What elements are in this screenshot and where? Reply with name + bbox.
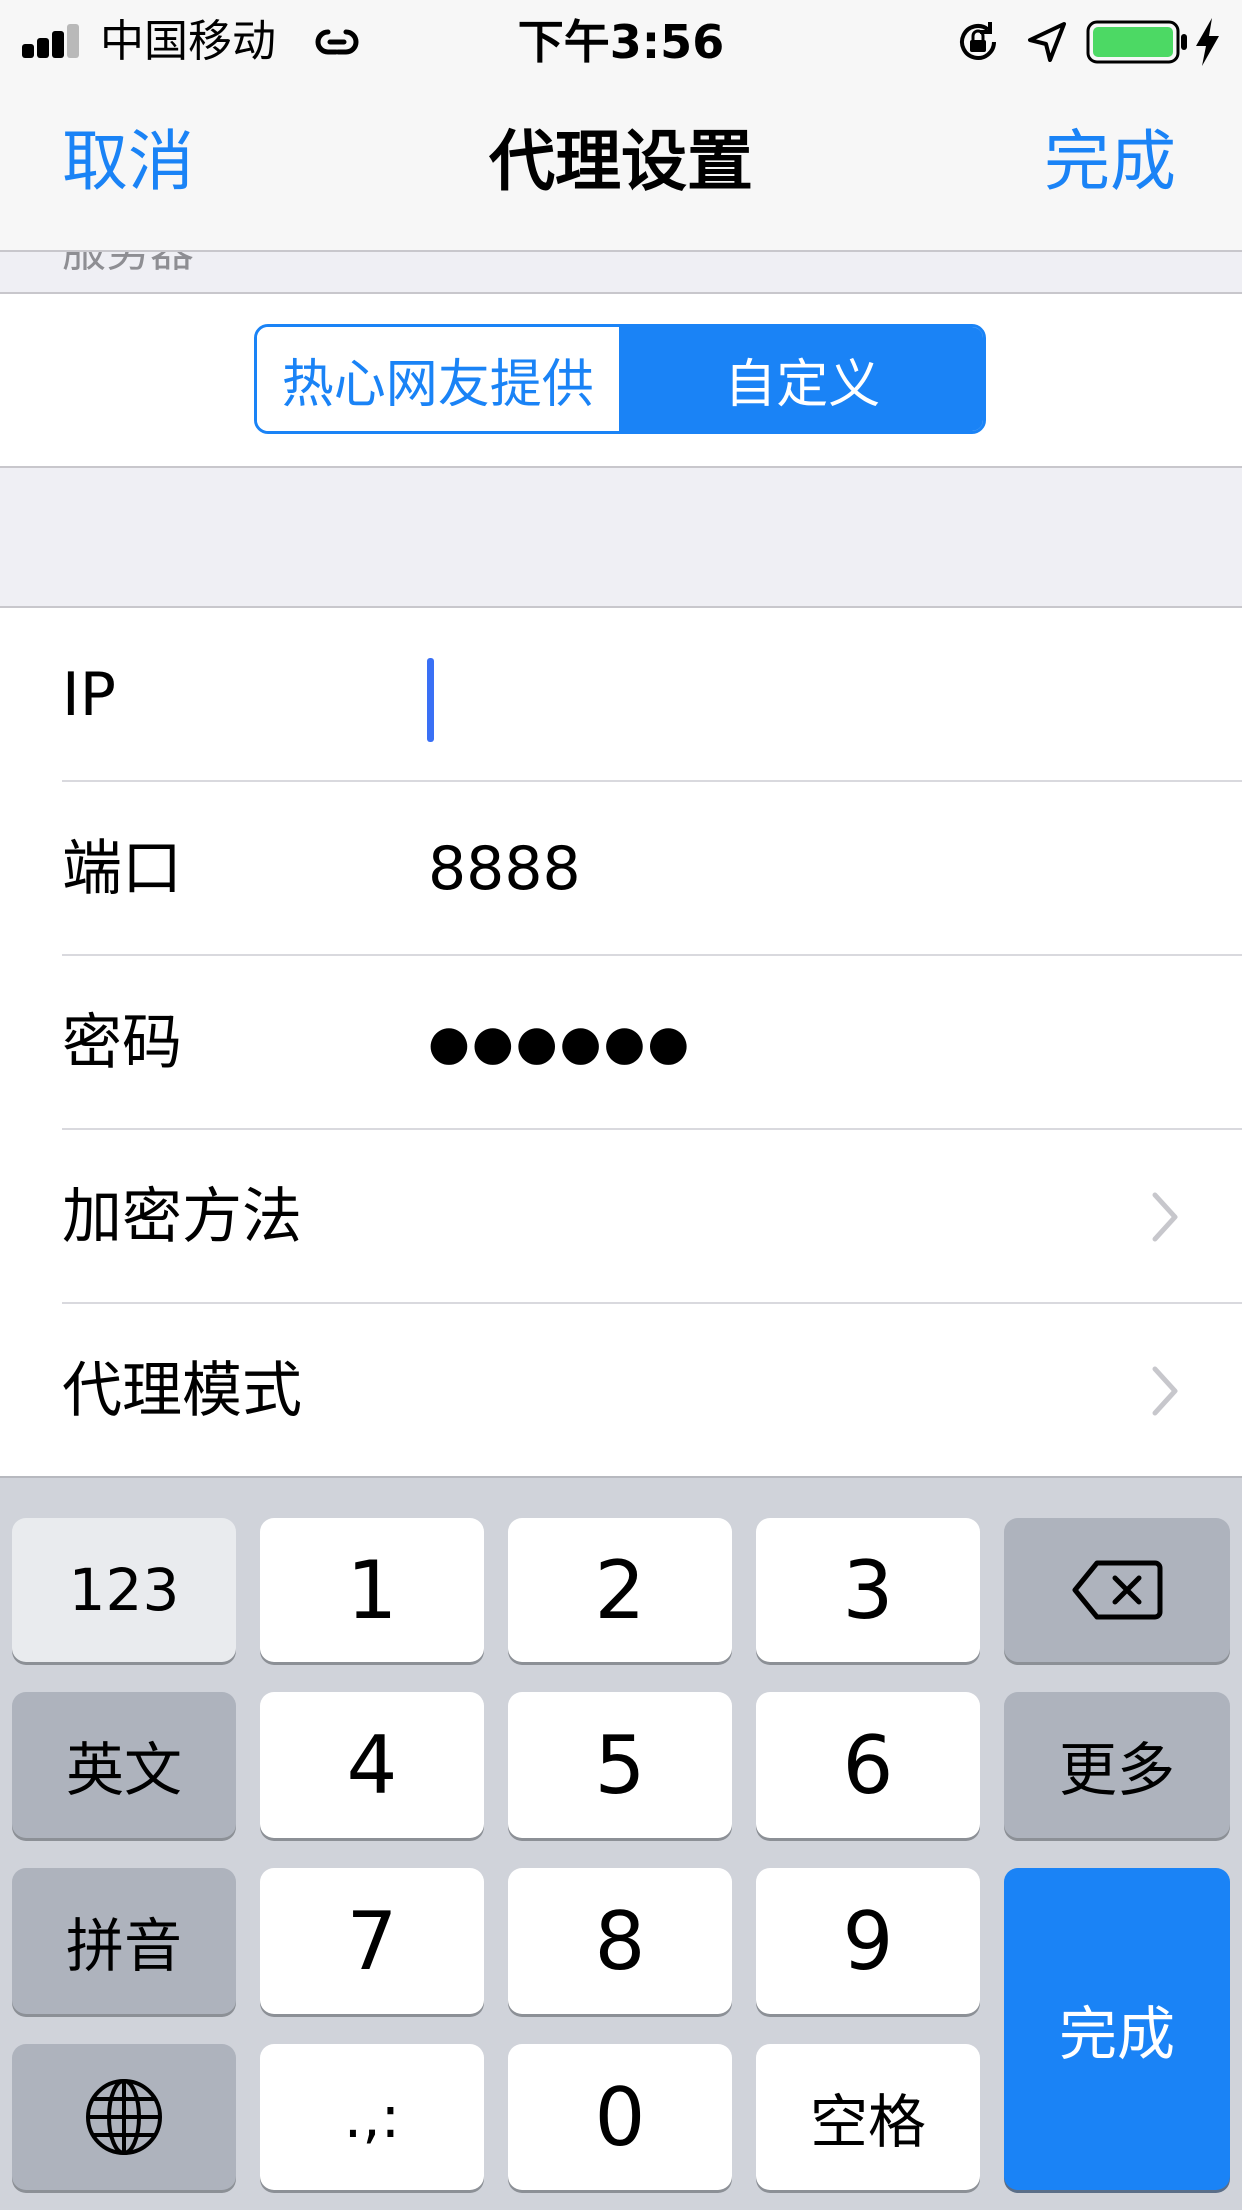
key-punctuation[interactable]: .,:: [260, 2044, 484, 2190]
proxy-mode-label: 代理模式: [62, 1356, 302, 1426]
key-0[interactable]: 0: [508, 2044, 732, 2190]
key-123[interactable]: 123: [12, 1518, 236, 1662]
backspace-key[interactable]: [1004, 1518, 1230, 1662]
numeric-keyboard: 123 1 2 3 英文 4 5 6 更多 拼音 7 8 9 完成 .,: 0 …: [0, 1476, 1242, 2210]
key-7[interactable]: 7: [260, 1868, 484, 2014]
key-2[interactable]: 2: [508, 1518, 732, 1662]
key-pinyin[interactable]: 拼音: [12, 1868, 236, 2014]
section-header: 服务器: [62, 252, 194, 292]
chevron-right-icon: [1152, 1366, 1178, 1416]
port-row[interactable]: 端口 8888: [0, 782, 1242, 956]
server-source-section: 热心网友提供 自定义: [0, 294, 1242, 468]
keyboard-done-key[interactable]: 完成: [1004, 1868, 1230, 2190]
done-button[interactable]: 完成: [1044, 122, 1176, 202]
ip-row[interactable]: IP: [0, 608, 1242, 782]
navigation-bar: 取消 代理设置 完成: [0, 84, 1242, 252]
location-arrow-icon: [1028, 22, 1066, 62]
key-3[interactable]: 3: [756, 1518, 980, 1662]
port-label: 端口: [62, 834, 182, 904]
key-9[interactable]: 9: [756, 1868, 980, 2014]
globe-icon: [86, 2079, 162, 2155]
charging-bolt-icon: [1196, 18, 1219, 66]
ip-label: IP: [62, 660, 116, 730]
proxy-form: IP 端口 8888 密码 ●●●●●● 加密方法 代理模式: [0, 606, 1242, 1478]
chevron-right-icon: [1152, 1192, 1178, 1242]
key-5[interactable]: 5: [508, 1692, 732, 1838]
status-bar: 中国移动 下午3:56: [0, 0, 1242, 84]
key-1[interactable]: 1: [260, 1518, 484, 1662]
key-english[interactable]: 英文: [12, 1692, 236, 1838]
backspace-icon: [1072, 1560, 1163, 1620]
key-4[interactable]: 4: [260, 1692, 484, 1838]
password-row[interactable]: 密码 ●●●●●●: [0, 956, 1242, 1130]
proxy-mode-row[interactable]: 代理模式: [0, 1304, 1242, 1478]
encryption-method-label: 加密方法: [62, 1182, 302, 1252]
segment-community-provided[interactable]: 热心网友提供: [257, 327, 622, 431]
globe-key[interactable]: [12, 2044, 236, 2190]
password-label: 密码: [62, 1008, 182, 1078]
space-key[interactable]: 空格: [756, 2044, 980, 2190]
rotation-lock-icon: [960, 22, 996, 60]
key-8[interactable]: 8: [508, 1868, 732, 2014]
encryption-method-row[interactable]: 加密方法: [0, 1130, 1242, 1304]
server-source-segmented-control: 热心网友提供 自定义: [254, 324, 986, 434]
battery-icon: [1086, 20, 1187, 64]
port-field[interactable]: 8888: [428, 782, 581, 956]
text-cursor: [427, 658, 434, 742]
password-field[interactable]: ●●●●●●: [428, 956, 691, 1130]
key-more[interactable]: 更多: [1004, 1692, 1230, 1838]
key-6[interactable]: 6: [756, 1692, 980, 1838]
segment-custom[interactable]: 自定义: [621, 327, 983, 431]
